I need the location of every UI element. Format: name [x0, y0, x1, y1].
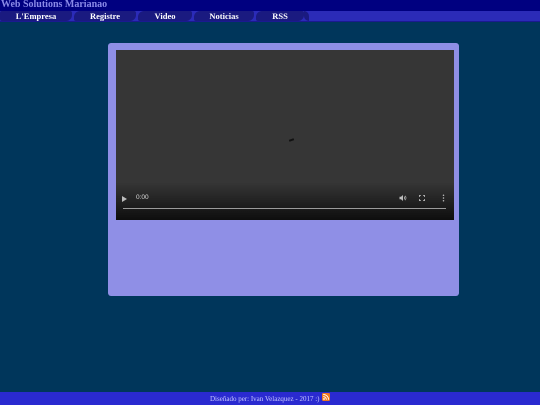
volume-icon[interactable] [399, 194, 407, 202]
fullscreen-icon[interactable] [419, 195, 425, 201]
footer-credit: Diseñado per: Ivan Velazquez - 2017 :) [210, 395, 320, 403]
site-footer: Diseñado per: Ivan Velazquez - 2017 :) [0, 392, 540, 405]
content-panel: 0:00 [108, 43, 459, 296]
mouse-cursor-icon [288, 138, 295, 142]
main-navbar: L'Empresa Registre Video Noticias RSS [0, 11, 540, 22]
nav-end-cap [304, 11, 309, 21]
rss-icon[interactable] [322, 393, 330, 401]
nav-item-registre[interactable]: Registre [74, 11, 136, 21]
play-icon[interactable] [122, 196, 127, 202]
site-title: Web Solutions Marianao [1, 0, 108, 10]
nav-item-lempresa[interactable]: L'Empresa [0, 11, 72, 21]
nav-item-video[interactable]: Video [138, 11, 192, 21]
video-time-display: 0:00 [136, 194, 149, 201]
video-seek-bar[interactable] [123, 208, 446, 209]
more-options-icon[interactable] [442, 194, 445, 202]
nav-item-rss[interactable]: RSS [256, 11, 304, 21]
nav-item-noticias[interactable]: Noticias [194, 11, 254, 21]
video-player[interactable]: 0:00 [116, 50, 454, 220]
